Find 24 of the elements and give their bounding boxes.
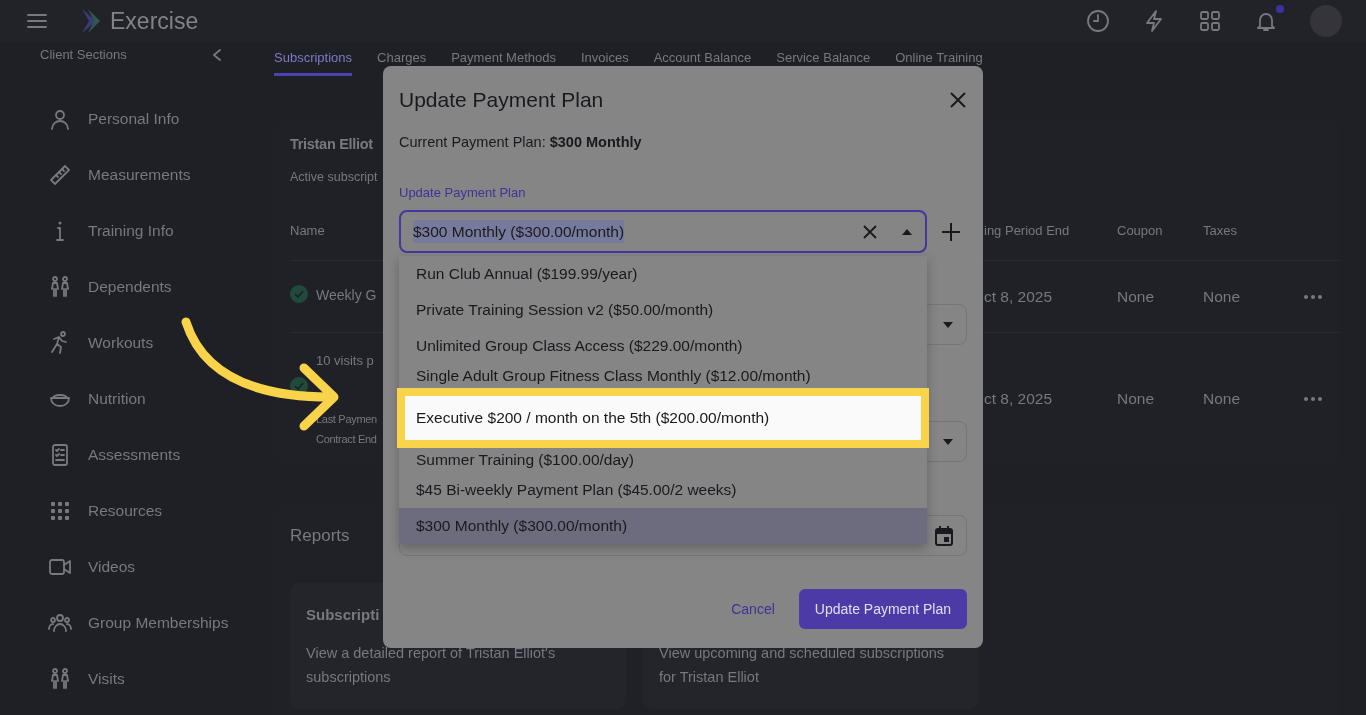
table-cell-text: None [1117,286,1155,307]
modal-title: Update Payment Plan [399,87,604,114]
table-cell-text: None [1203,286,1241,307]
current-plan-text: Current Payment Plan: $300 Monthly [399,134,642,150]
app-title: Exercise [110,6,199,36]
detail-text: Contract End [316,431,377,447]
card-subtitle: Active subscript [290,170,378,184]
report-description: View a detailed report of Tristan Elliot's subscriptions [306,643,557,687]
table-cell-text: None [1117,388,1155,409]
table-cell-text: 10 visits p [316,352,374,370]
column-header: Coupon [1117,223,1163,239]
table-cell-text: ct 8, 2025 [984,388,1053,409]
section-title: Reports [290,526,350,545]
table-cell-text: Weekly G [316,286,377,305]
report-description: View upcoming and scheduled subscriptions for Tristan Elliot [659,643,946,687]
card-title: Tristan Elliot [290,136,373,152]
table-cell-text: None [1203,388,1241,409]
column-header: Name [290,223,325,239]
section-title: Client Sections [40,46,127,65]
field-label: Update Payment Plan [399,185,526,200]
column-header: ing Period End [984,223,1070,239]
table-cell-text: ct 8, 2025 [984,286,1053,307]
column-header: Taxes [1203,223,1237,239]
report-title: Subscripti [306,605,380,623]
